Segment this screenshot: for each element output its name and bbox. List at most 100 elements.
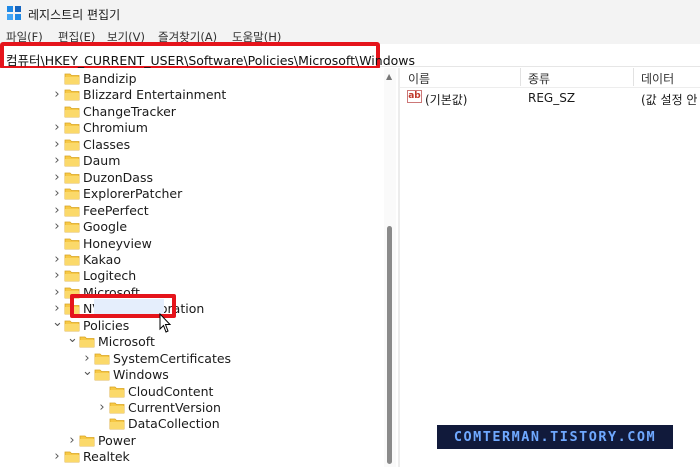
tree-item-label: Honeyview bbox=[83, 235, 152, 251]
column-divider[interactable] bbox=[520, 68, 521, 86]
folder-icon bbox=[64, 73, 80, 85]
tree-item[interactable]: ⌄ Microsoft bbox=[0, 332, 384, 350]
tree-item[interactable]: › DuzonDass bbox=[0, 170, 384, 186]
chevron-right-icon[interactable]: › bbox=[52, 302, 62, 315]
folder-icon bbox=[64, 238, 80, 249]
window-title: 레지스트리 편집기 bbox=[28, 8, 121, 22]
value-data[interactable]: (값 설정 안 bbox=[641, 91, 697, 108]
tree-item[interactable]: › Daum bbox=[0, 153, 384, 169]
tree-item[interactable]: ChangeTracker bbox=[0, 104, 384, 120]
address-bar-extension bbox=[380, 44, 700, 67]
chevron-right-icon[interactable]: › bbox=[52, 187, 62, 200]
tree-item[interactable]: › Power bbox=[0, 433, 384, 449]
tree-item[interactable]: CloudContent bbox=[0, 384, 384, 400]
chevron-right-icon[interactable]: › bbox=[52, 253, 62, 266]
column-divider[interactable] bbox=[633, 68, 634, 86]
tree-item[interactable]: › CurrentVersion bbox=[0, 400, 384, 416]
chevron-right-icon[interactable]: › bbox=[52, 154, 62, 167]
tree-item[interactable]: › Google bbox=[0, 219, 384, 235]
scroll-up-icon[interactable]: ▲ bbox=[386, 72, 392, 81]
chevron-right-icon[interactable]: › bbox=[52, 138, 62, 151]
folder-icon bbox=[94, 369, 110, 381]
tree-item[interactable]: ⌄ Policies bbox=[0, 316, 384, 334]
column-header-name[interactable]: 이름 bbox=[408, 70, 430, 87]
tree-item-label: Google bbox=[83, 219, 128, 235]
column-header-data[interactable]: 데이터 bbox=[641, 70, 674, 87]
folder-icon bbox=[64, 139, 80, 151]
tree-item[interactable]: › Kakao bbox=[0, 252, 384, 268]
folder-icon bbox=[79, 435, 95, 447]
tree-item-label: FeePerfect bbox=[83, 202, 149, 218]
tree-item-label: Policies bbox=[83, 317, 130, 333]
folder-icon bbox=[64, 270, 80, 282]
column-header-type[interactable]: 종류 bbox=[528, 70, 550, 87]
tree-item[interactable]: Bandizip bbox=[0, 71, 384, 87]
tree-item-label: SystemCertificates bbox=[113, 350, 232, 366]
chevron-right-icon[interactable]: › bbox=[67, 434, 77, 447]
tree-item[interactable]: › Chromium bbox=[0, 120, 384, 136]
chevron-right-icon[interactable]: › bbox=[97, 401, 107, 414]
tree-item[interactable]: › ExplorerPatcher bbox=[0, 186, 384, 202]
tree-item[interactable]: › Realtek bbox=[0, 449, 384, 465]
chevron-right-icon[interactable]: › bbox=[52, 121, 62, 134]
tree-item[interactable]: DataCollection bbox=[0, 416, 384, 432]
value-name[interactable]: (기본값) bbox=[425, 91, 467, 108]
header-divider bbox=[400, 87, 700, 88]
tree-item-label: DuzonDass bbox=[83, 169, 153, 185]
string-value-icon: ab bbox=[407, 90, 422, 103]
values-pane: 이름 종류 데이터 ab (기본값) REG_SZ (값 설정 안 bbox=[400, 68, 700, 467]
chevron-right-icon[interactable]: › bbox=[52, 450, 62, 463]
chevron-down-icon[interactable]: ⌄ bbox=[67, 332, 78, 345]
folder-icon bbox=[109, 419, 125, 430]
folder-icon bbox=[64, 90, 80, 101]
folder-icon bbox=[64, 451, 80, 463]
tree-item[interactable]: › Logitech bbox=[0, 268, 384, 284]
tree-item-label: Blizzard Entertainment bbox=[83, 87, 227, 103]
chevron-down-icon[interactable]: ⌄ bbox=[82, 365, 93, 378]
tree-item[interactable]: › FeePerfect bbox=[0, 203, 384, 219]
address-bar[interactable]: 컴퓨터\HKEY_CURRENT_USER\Software\Policies\… bbox=[0, 42, 415, 70]
tree-item[interactable]: › Microsoft bbox=[0, 285, 384, 301]
folder-icon bbox=[109, 386, 125, 397]
tree-item-label: Power bbox=[98, 432, 136, 448]
scroll-thumb[interactable] bbox=[387, 226, 392, 464]
tree-item-label: Kakao bbox=[83, 251, 121, 267]
registry-editor-window: 레지스트리 편집기 파일(F) 편집(E) 보기(V) 즐겨찾기(A) 도움말(… bbox=[0, 0, 700, 467]
address-path[interactable]: 컴퓨터\HKEY_CURRENT_USER\Software\Policies\… bbox=[6, 50, 415, 69]
tree-item[interactable]: › SystemCertificates bbox=[0, 351, 384, 367]
chevron-down-icon[interactable]: ⌄ bbox=[52, 316, 63, 329]
folder-icon bbox=[79, 336, 95, 348]
chevron-right-icon[interactable]: › bbox=[52, 88, 62, 101]
tree-item-label: ChangeTracker bbox=[83, 103, 176, 119]
watermark-text: COMTERMAN.TISTORY.COM bbox=[453, 429, 657, 445]
registry-app-icon bbox=[7, 6, 21, 20]
chevron-right-icon[interactable]: › bbox=[52, 220, 62, 233]
folder-icon bbox=[64, 254, 80, 266]
folder-icon bbox=[64, 155, 80, 167]
watermark: COMTERMAN.TISTORY.COM bbox=[437, 425, 673, 449]
registry-tree: Bandizip › Blizzard Entertainment ChangeTra… bbox=[0, 68, 398, 467]
tree-item-label: Realtek bbox=[83, 449, 130, 465]
tree-item-label: Microsoft bbox=[98, 334, 155, 350]
value-type[interactable]: REG_SZ bbox=[528, 91, 575, 105]
chevron-right-icon[interactable]: › bbox=[52, 171, 62, 184]
tree-item-label: Bandizip bbox=[83, 71, 137, 86]
tree-item-label: Classes bbox=[83, 136, 131, 152]
tree-item[interactable]: Honeyview bbox=[0, 236, 384, 252]
tree-item[interactable]: › Blizzard Entertainment bbox=[0, 87, 384, 103]
folder-icon bbox=[64, 320, 80, 332]
tree-item-label: Chromium bbox=[83, 120, 148, 136]
tree-item[interactable]: ⌄ Windows bbox=[0, 365, 384, 383]
folder-icon bbox=[64, 106, 80, 118]
tree-item-label: DataCollection bbox=[128, 416, 220, 432]
mouse-cursor-icon bbox=[159, 313, 172, 333]
tree-item-label: Windows bbox=[113, 367, 169, 383]
folder-icon bbox=[64, 221, 80, 233]
folder-icon bbox=[94, 353, 110, 365]
chevron-right-icon[interactable]: › bbox=[52, 286, 62, 299]
chevron-right-icon[interactable]: › bbox=[52, 204, 62, 217]
tree-item[interactable]: › Classes bbox=[0, 137, 384, 153]
tree-item-label: Daum bbox=[83, 153, 121, 169]
chevron-right-icon[interactable]: › bbox=[52, 269, 62, 282]
chevron-right-icon[interactable]: › bbox=[82, 352, 92, 365]
